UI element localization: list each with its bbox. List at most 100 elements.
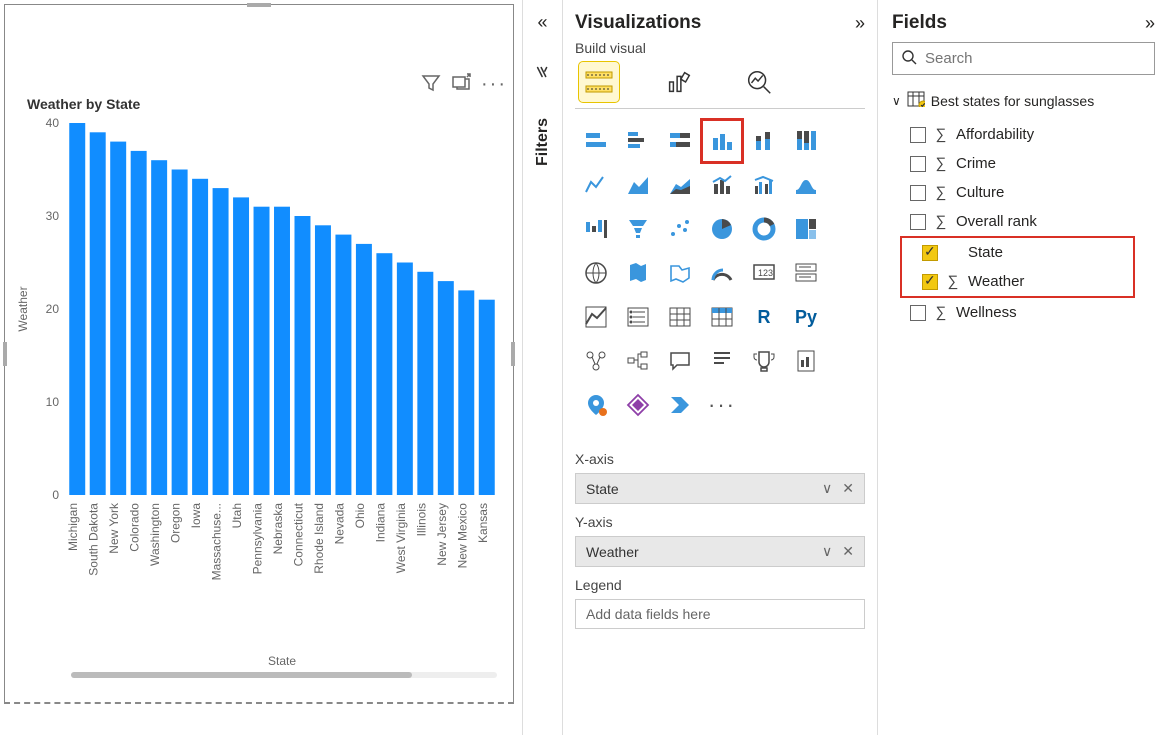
- viz-waterfall[interactable]: [575, 207, 617, 251]
- svg-text:Connecticut: Connecticut: [291, 502, 305, 566]
- viz-stacked-column-100[interactable]: [785, 119, 827, 163]
- viz-table[interactable]: [659, 295, 701, 339]
- fields-search-input[interactable]: [923, 49, 1146, 68]
- field-checkbox[interactable]: [910, 214, 926, 230]
- field-state[interactable]: State: [904, 238, 1131, 267]
- viz-stacked-column[interactable]: [743, 119, 785, 163]
- resize-handle-left[interactable]: [3, 342, 7, 366]
- analytics-tab[interactable]: [739, 62, 779, 102]
- viz-gauge[interactable]: [701, 251, 743, 295]
- field-label: Affordability: [956, 126, 1034, 143]
- viz-donut[interactable]: [743, 207, 785, 251]
- x-axis-well[interactable]: State ∨✕: [575, 473, 865, 504]
- viz-more[interactable]: ···: [701, 383, 743, 427]
- viz-treemap[interactable]: [785, 207, 827, 251]
- viz-funnel[interactable]: [617, 207, 659, 251]
- svg-text:Weather: Weather: [16, 286, 30, 331]
- svg-text:Kansas: Kansas: [476, 503, 490, 543]
- viz-ribbon-chart[interactable]: [785, 163, 827, 207]
- field-checkbox[interactable]: [910, 156, 926, 172]
- viz-py-visual[interactable]: Py: [785, 295, 827, 339]
- sigma-icon: ∑: [934, 126, 948, 143]
- y-axis-dropdown-icon[interactable]: ∨: [822, 543, 832, 559]
- viz-kpi[interactable]: [575, 295, 617, 339]
- viz-decomposition-tree[interactable]: [617, 339, 659, 383]
- chart-horizontal-scrollbar[interactable]: [71, 672, 497, 680]
- y-axis-field: Weather: [586, 544, 639, 560]
- field-checkbox[interactable]: [910, 185, 926, 201]
- viz-map[interactable]: [575, 251, 617, 295]
- sigma-icon: ∑: [934, 155, 948, 172]
- viz-r-visual[interactable]: R: [743, 295, 785, 339]
- format-visual-tab[interactable]: [659, 62, 699, 102]
- viz-qa-visual[interactable]: [659, 339, 701, 383]
- svg-text:Nebraska: Nebraska: [271, 503, 285, 555]
- filters-icon: [534, 63, 552, 84]
- viz-stacked-bar-horizontal[interactable]: [575, 119, 617, 163]
- field-affordability[interactable]: ∑ Affordability: [892, 120, 1155, 149]
- viz-filled-map[interactable]: [617, 251, 659, 295]
- svg-text:Utah: Utah: [230, 503, 244, 528]
- svg-text:Washington: Washington: [148, 503, 162, 566]
- viz-slicer[interactable]: [617, 295, 659, 339]
- filters-pane-collapsed[interactable]: « Filters: [522, 0, 562, 735]
- table-node[interactable]: ∨ Best states for sunglasses: [892, 91, 1155, 110]
- viz-smart-narrative[interactable]: [701, 339, 743, 383]
- viz-pie[interactable]: [701, 207, 743, 251]
- viz-line-chart[interactable]: [575, 163, 617, 207]
- field-weather[interactable]: ∑Weather: [904, 267, 1131, 296]
- field-checkbox[interactable]: [922, 245, 938, 261]
- viz-line-stacked-column[interactable]: [701, 163, 743, 207]
- viz-matrix[interactable]: [701, 295, 743, 339]
- viz-clustered-column[interactable]: [701, 119, 743, 163]
- svg-text:Indiana: Indiana: [373, 503, 387, 543]
- viz-stacked-area[interactable]: [659, 163, 701, 207]
- viz-key-influencers[interactable]: [575, 339, 617, 383]
- field-checkbox[interactable]: [910, 305, 926, 321]
- table-expand-icon[interactable]: ∨: [892, 94, 901, 108]
- svg-text:State: State: [268, 654, 296, 668]
- viz-paginated-report[interactable]: [785, 339, 827, 383]
- viz-line-clustered-column[interactable]: [743, 163, 785, 207]
- viz-stacked-bar-100[interactable]: [659, 119, 701, 163]
- field-label: Weather: [968, 273, 1024, 290]
- viz-area-chart[interactable]: [617, 163, 659, 207]
- legend-placeholder: Add data fields here: [586, 606, 711, 622]
- fields-search[interactable]: [892, 42, 1155, 75]
- build-visual-tab[interactable]: [579, 62, 619, 102]
- report-canvas[interactable]: ··· Weather by State010203040WeatherMich…: [4, 4, 514, 704]
- field-checkbox[interactable]: [922, 274, 938, 290]
- field-checkbox[interactable]: [910, 127, 926, 143]
- viz-shape-map[interactable]: [659, 251, 701, 295]
- resize-handle-right[interactable]: [511, 342, 515, 366]
- x-axis-remove-icon[interactable]: ✕: [842, 480, 854, 496]
- viz-power-automate[interactable]: [659, 383, 701, 427]
- sigma-icon: ∑: [934, 213, 948, 230]
- field-culture[interactable]: ∑Culture: [892, 178, 1155, 207]
- resize-handle-top[interactable]: [247, 3, 271, 7]
- collapse-fields-icon[interactable]: »: [1145, 13, 1155, 34]
- viz-goals[interactable]: [743, 339, 785, 383]
- viz-arcgis-map[interactable]: [575, 383, 617, 427]
- x-axis-dropdown-icon[interactable]: ∨: [822, 480, 832, 496]
- field-overall-rank[interactable]: ∑Overall rank: [892, 207, 1155, 236]
- svg-text:Nevada: Nevada: [332, 503, 346, 545]
- viz-multi-row-card[interactable]: [785, 251, 827, 295]
- y-axis-remove-icon[interactable]: ✕: [842, 543, 854, 559]
- legend-well[interactable]: Add data fields here: [575, 599, 865, 629]
- expand-filters-icon[interactable]: «: [537, 12, 547, 33]
- viz-power-apps[interactable]: [617, 383, 659, 427]
- svg-text:West Virginia: West Virginia: [394, 503, 408, 574]
- y-axis-well-label: Y-axis: [575, 514, 865, 530]
- bar-chart-visual[interactable]: Weather by State010203040WeatherMichigan…: [11, 95, 507, 682]
- viz-card[interactable]: 123: [743, 251, 785, 295]
- viz-scatter[interactable]: [659, 207, 701, 251]
- svg-text:40: 40: [46, 116, 60, 130]
- y-axis-well[interactable]: Weather ∨ ✕: [575, 536, 865, 567]
- viz-clustered-bar-horizontal[interactable]: [617, 119, 659, 163]
- collapse-visualizations-icon[interactable]: »: [855, 13, 865, 34]
- svg-text:South Dakota: South Dakota: [87, 503, 101, 576]
- field-crime[interactable]: ∑Crime: [892, 149, 1155, 178]
- field-wellness[interactable]: ∑Wellness: [892, 298, 1155, 327]
- field-label: Culture: [956, 184, 1004, 201]
